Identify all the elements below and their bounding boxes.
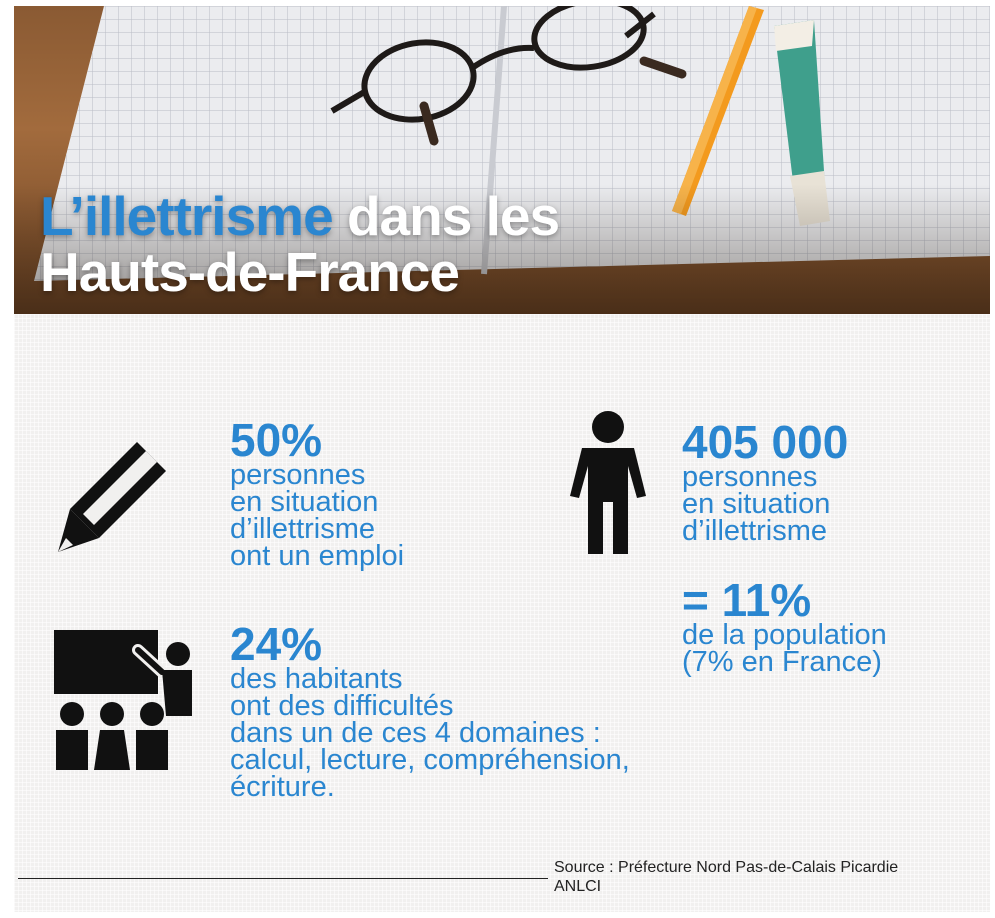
infographic: L’illettrisme dans les Hauts-de-France 5… xyxy=(14,6,990,912)
stat-line: ont des difficultés xyxy=(230,690,454,722)
title-rest: dans les xyxy=(346,185,560,247)
stat-line: écriture. xyxy=(230,771,335,803)
stat-share: = 11% de la population (7% en France) xyxy=(682,574,887,678)
stat-line: en situation xyxy=(230,486,379,518)
page-title: L’illettrisme dans les Hauts-de-France xyxy=(40,185,560,303)
pencil-icon xyxy=(58,442,166,552)
stat-value: = 11% xyxy=(682,574,812,626)
source-credit: Source : Préfecture Nord Pas-de-Calais P… xyxy=(554,858,898,896)
stat-line: en situation xyxy=(682,488,831,520)
stat-value: 50% xyxy=(230,414,323,466)
source-line: Source : Préfecture Nord Pas-de-Calais P… xyxy=(554,859,899,876)
stat-line: ont un emploi xyxy=(230,540,405,572)
stat-line: personnes xyxy=(230,459,366,491)
stat-line: d’illettrisme xyxy=(230,513,376,545)
person-icon xyxy=(570,411,646,554)
teacher-classroom-icon xyxy=(54,630,192,770)
stat-line: d’illettrisme xyxy=(682,515,828,547)
stat-line: personnes xyxy=(682,461,818,493)
header-photo: L’illettrisme dans les Hauts-de-France xyxy=(14,6,990,314)
stat-line: (7% en France) xyxy=(682,646,882,678)
stat-employment: 50% personnes en situation d’illettrisme… xyxy=(230,414,405,572)
stat-line: de la population xyxy=(682,619,887,651)
stat-line: dans un de ces 4 domaines : xyxy=(230,717,601,749)
stat-value: 24% xyxy=(230,618,323,670)
title-region: Hauts-de-France xyxy=(40,241,460,303)
stat-line: des habitants xyxy=(230,663,403,695)
stat-difficulties: 24% des habitants ont des difficultés da… xyxy=(230,618,630,803)
stat-line: calcul, lecture, compréhension, xyxy=(230,744,630,776)
source-line: ANLCI xyxy=(554,878,602,895)
stat-people: 405 000 personnes en situation d’illettr… xyxy=(682,416,849,547)
divider xyxy=(18,878,548,879)
stat-value: 405 000 xyxy=(682,416,849,468)
title-highlight: L’illettrisme xyxy=(40,185,334,247)
